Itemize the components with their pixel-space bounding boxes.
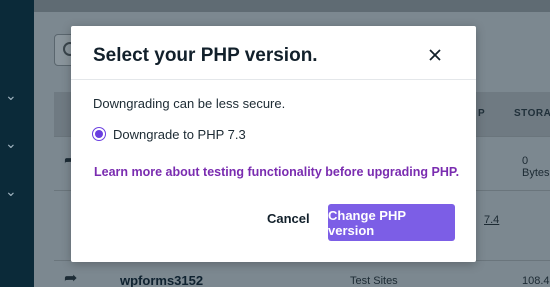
close-icon xyxy=(429,49,441,61)
php-version-link[interactable]: 7.4 xyxy=(484,214,499,226)
site-name[interactable]: wpforms3152 xyxy=(120,273,203,287)
storage-cell: 0 Bytes xyxy=(522,155,550,179)
top-bar xyxy=(34,0,550,12)
radio-button[interactable] xyxy=(92,127,106,141)
site-type: Test Sites xyxy=(350,275,398,287)
row-arrow-icon[interactable]: ➦ xyxy=(64,268,77,287)
option-label: Downgrade to PHP 7.3 xyxy=(113,126,246,142)
cancel-button[interactable]: Cancel xyxy=(267,211,310,226)
modal-divider xyxy=(71,79,476,80)
radio-selected-dot xyxy=(95,130,103,138)
modal-title: Select your PHP version. xyxy=(93,45,318,66)
learn-more-link[interactable]: Learn more about testing functionality b… xyxy=(94,165,459,179)
warning-text: Downgrading can be less secure. xyxy=(93,96,286,111)
chevron-down-icon[interactable]: ⌄ xyxy=(5,136,17,150)
column-header-php[interactable]: P xyxy=(478,108,485,119)
storage-cell: 108.4 xyxy=(522,275,550,287)
change-php-version-button[interactable]: Change PHP version xyxy=(328,204,455,241)
php-version-modal: Select your PHP version. Downgrading can… xyxy=(71,26,476,262)
close-button[interactable] xyxy=(427,47,443,63)
downgrade-option[interactable]: Downgrade to PHP 7.3 xyxy=(92,124,246,144)
chevron-down-icon[interactable]: ⌄ xyxy=(5,88,17,102)
chevron-down-icon[interactable]: ⌄ xyxy=(5,184,17,198)
sidebar: ⌄ ⌄ ⌄ xyxy=(0,0,34,287)
column-header-storage[interactable]: STORA xyxy=(514,108,550,119)
